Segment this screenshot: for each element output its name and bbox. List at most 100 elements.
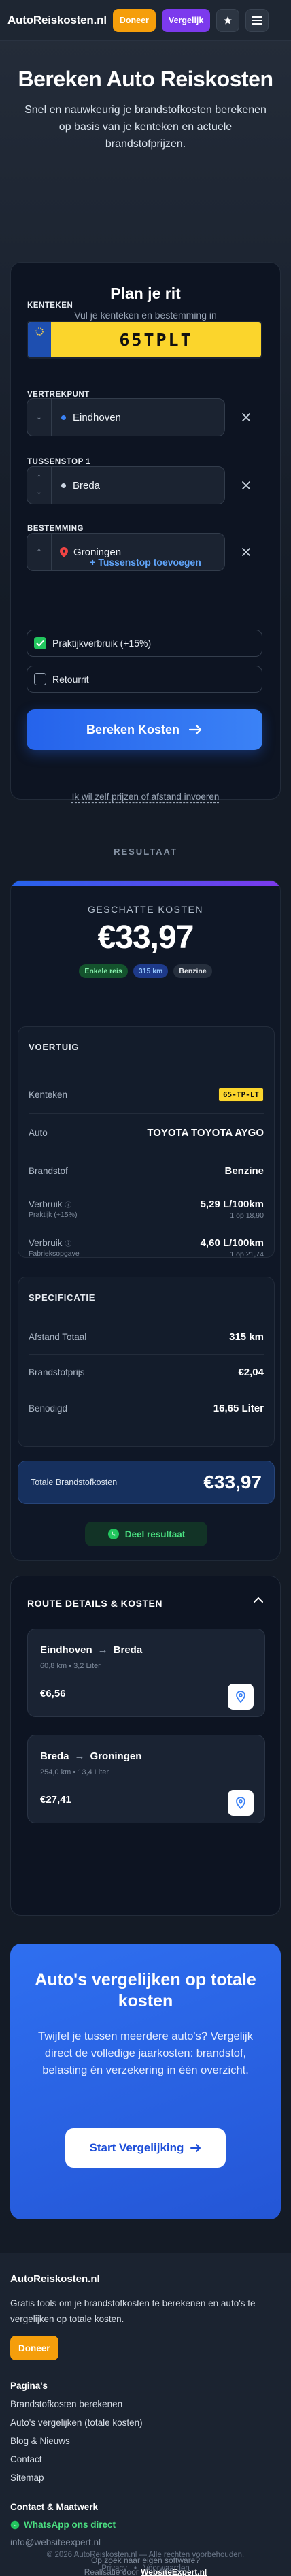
vehicle-row-kenteken: Kenteken 65-TP-LT bbox=[29, 1076, 264, 1114]
compare-cta: Auto's vergelijken op totale kosten Twij… bbox=[10, 1944, 281, 2219]
navbar: AutoReiskosten.nl Doneer Vergelijk bbox=[0, 0, 291, 41]
tag-distance: 315 km bbox=[133, 964, 169, 978]
vertrekpunt-value: Eindhoven bbox=[73, 411, 121, 423]
add-stop-button[interactable]: + Tussenstop toevoegen bbox=[10, 557, 281, 568]
tag-trip-type: Enkele reis bbox=[79, 964, 128, 978]
route-title: ROUTE DETAILS & KOSTEN bbox=[27, 1598, 162, 1609]
row-key-sub: Praktijk (+15%) bbox=[29, 1211, 78, 1219]
leg-price: €6,56 bbox=[40, 1688, 66, 1699]
drag-handle[interactable]: ⌃ ⌄ bbox=[27, 467, 52, 504]
row-key: Brandstofprijs bbox=[29, 1367, 85, 1377]
footer-doneer-button[interactable]: Doneer bbox=[10, 2336, 58, 2360]
collapse-button[interactable] bbox=[253, 1597, 264, 1603]
praktijkverbruik-checkbox[interactable]: Praktijkverbruik (+15%) bbox=[27, 630, 262, 657]
arrow-right-icon bbox=[190, 2143, 201, 2153]
footer-copyright: © 2026 AutoReiskosten.nl — Alle rechten … bbox=[46, 2551, 245, 2559]
whatsapp-icon bbox=[107, 1528, 120, 1540]
show-on-map-button[interactable] bbox=[228, 1790, 254, 1816]
kenteken-input[interactable]: 65TPLT bbox=[27, 321, 262, 359]
row-value: 315 km bbox=[229, 1331, 264, 1343]
brand-logo[interactable]: AutoReiskosten.nl bbox=[7, 14, 107, 27]
retourrit-label: Retourrit bbox=[52, 674, 89, 685]
spec-panel: SPECIFICATIE Afstand Totaal 315 km Brand… bbox=[18, 1277, 275, 1447]
footer-pages-title: Pagina's bbox=[10, 2381, 48, 2391]
result-card: GESCHATTE KOSTEN €33,97 Enkele reis 315 … bbox=[10, 880, 281, 1561]
hero: Bereken Auto Reiskosten Snel en nauwkeur… bbox=[0, 41, 291, 152]
hamburger-icon bbox=[252, 16, 263, 25]
plan-subtitle: Vul je kenteken en bestemming in bbox=[74, 310, 217, 321]
footer: AutoReiskosten.nl Gratis tools om je bra… bbox=[0, 2253, 291, 2576]
map-pin-icon bbox=[236, 1691, 245, 1703]
plus-icon: + bbox=[90, 557, 99, 568]
vertrekpunt-field[interactable]: ⌄ Eindhoven bbox=[27, 398, 225, 436]
share-button[interactable]: Deel resultaat bbox=[85, 1522, 207, 1546]
arrow-right-icon: → bbox=[74, 1750, 85, 1762]
retourrit-checkbox[interactable]: Retourrit bbox=[27, 666, 262, 693]
chevron-up-icon: ⌃ bbox=[36, 474, 42, 482]
remove-vertrekpunt-button[interactable] bbox=[237, 408, 255, 426]
leg-from: Eindhoven bbox=[40, 1644, 92, 1656]
start-vergelijking-button[interactable]: Start Vergelijking bbox=[65, 2128, 226, 2168]
kenteken-badge: 65-TP-LT bbox=[218, 1088, 264, 1102]
bereken-kosten-button[interactable]: Bereken Kosten bbox=[27, 709, 262, 750]
row-value-sub: 1 op 21,74 bbox=[230, 1250, 264, 1258]
row-value: 5,29 L/100km bbox=[200, 1199, 264, 1210]
footer-link[interactable]: Contact bbox=[10, 2454, 42, 2464]
chevron-up-icon: ⌃ bbox=[36, 548, 42, 556]
total-cost-bar: Totale Brandstofkosten €33,97 bbox=[18, 1461, 275, 1504]
footer-link[interactable]: Brandstofkosten berekenen bbox=[10, 2399, 122, 2409]
vehicle-row-brandstof: Brandstof Benzine bbox=[29, 1152, 264, 1190]
hero-title: Bereken Auto Reiskosten bbox=[18, 67, 273, 91]
star-icon bbox=[223, 16, 233, 25]
footer-link[interactable]: Sitemap bbox=[10, 2473, 44, 2483]
row-key: Verbruik bbox=[29, 1199, 63, 1209]
total-label: Totale Brandstofkosten bbox=[31, 1478, 118, 1487]
row-key: Brandstof bbox=[29, 1166, 68, 1176]
map-pin-icon bbox=[60, 547, 68, 557]
start-vergelijking-label: Start Vergelijking bbox=[89, 2141, 184, 2154]
drag-handle[interactable]: ⌄ bbox=[27, 399, 52, 436]
footer-legal-links: Privacy • Voorwaarden bbox=[0, 2564, 291, 2573]
manual-input-link[interactable]: Ik wil zelf prijzen of afstand invoeren bbox=[10, 792, 281, 802]
doneer-button[interactable]: Doneer bbox=[112, 8, 156, 32]
footer-link[interactable]: Blog & Nieuws bbox=[10, 2436, 70, 2446]
spec-row-afstand: Afstand Totaal 315 km bbox=[29, 1320, 264, 1355]
row-value-sub: 1 op 18,90 bbox=[230, 1211, 264, 1220]
chevron-down-icon: ⌄ bbox=[36, 489, 42, 496]
stop-dot-icon bbox=[61, 483, 66, 488]
start-dot-icon bbox=[61, 414, 66, 420]
route-card: ROUTE DETAILS & KOSTEN Eindhoven → Breda… bbox=[10, 1576, 281, 1916]
tussenstop-label: TUSSENSTOP 1 bbox=[27, 458, 91, 466]
chevron-down-icon: ⌄ bbox=[36, 413, 42, 421]
tussenstop-field[interactable]: ⌃ ⌄ Breda bbox=[27, 466, 225, 504]
show-on-map-button[interactable] bbox=[228, 1684, 254, 1710]
whatsapp-link[interactable]: WhatsApp ons direct bbox=[10, 2520, 116, 2530]
row-key: Benodigd bbox=[29, 1403, 68, 1414]
route-leg-title: Eindhoven → Breda bbox=[40, 1644, 142, 1656]
arrow-right-icon bbox=[189, 724, 203, 735]
remove-tussenstop-button[interactable] bbox=[237, 476, 255, 494]
leg-meta: 60,8 km • 3,2 Liter bbox=[40, 1662, 101, 1670]
close-icon bbox=[241, 412, 251, 422]
cta-text: Twijfel je tussen meerdere auto's? Verge… bbox=[38, 2030, 253, 2076]
bestemming-value: Groningen bbox=[73, 546, 122, 558]
vehicle-panel: VOERTUIG Kenteken 65-TP-LT Auto TOYOTA T… bbox=[18, 1026, 275, 1258]
info-icon[interactable]: ⓘ bbox=[65, 1202, 71, 1209]
voorwaarden-link[interactable]: Voorwaarden bbox=[143, 2564, 190, 2573]
leg-to: Breda bbox=[113, 1644, 143, 1656]
praktijkverbruik-label: Praktijkverbruik (+15%) bbox=[52, 638, 152, 649]
footer-email[interactable]: info@websiteexpert.nl bbox=[10, 2537, 101, 2547]
route-leg: Eindhoven → Breda 60,8 km • 3,2 Liter €6… bbox=[27, 1629, 265, 1717]
plan-title: Plan je rit bbox=[110, 284, 181, 302]
chevron-up-icon bbox=[253, 1597, 264, 1603]
privacy-link[interactable]: Privacy bbox=[101, 2564, 127, 2573]
row-key: Kenteken bbox=[29, 1090, 68, 1100]
footer-link[interactable]: Auto's vergelijken (totale kosten) bbox=[10, 2417, 143, 2428]
vergelijk-button[interactable]: Vergelijk bbox=[161, 8, 211, 32]
hero-subtitle: Snel en nauwkeurig je brandstofkosten be… bbox=[24, 104, 267, 150]
menu-button[interactable] bbox=[245, 8, 269, 32]
info-icon[interactable]: ⓘ bbox=[65, 1241, 71, 1248]
theme-toggle-button[interactable] bbox=[216, 8, 240, 32]
tussenstop-value: Breda bbox=[73, 479, 101, 491]
separator-dot: • bbox=[133, 2564, 137, 2573]
